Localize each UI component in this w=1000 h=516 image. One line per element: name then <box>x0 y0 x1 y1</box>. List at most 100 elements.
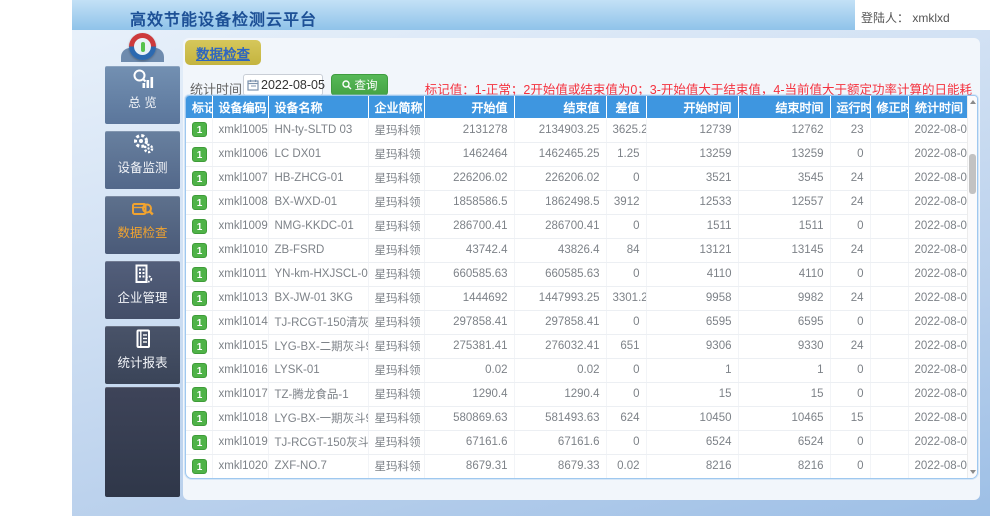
table-cell: 1511 <box>646 214 739 239</box>
table-cell: xmkl1019 <box>212 430 269 455</box>
table-cell: 2022-08-05 <box>908 358 969 383</box>
column-header: 运行时长 <box>830 96 871 118</box>
table-cell: HN-ty-SLTD 03 <box>268 118 369 143</box>
top-header: 高效节能设备检测云平台 <box>72 0 855 30</box>
table-container: 标记设备编码设备名称企业简称开始值结束值差值开始时间结束时间运行时长修正时间统计… <box>185 95 978 479</box>
table-cell: 星玛科领 <box>368 214 425 239</box>
table-cell: 星玛科领 <box>368 238 425 263</box>
table-cell: 0 <box>606 310 647 335</box>
table-cell: 1 <box>646 358 739 383</box>
table-row: 1 xmkl1005 HN-ty-SLTD 03 星玛科领 2131278 2134903… <box>186 118 969 143</box>
table-cell: 1858586.5 <box>424 190 515 215</box>
table-cell: 12557 <box>738 190 831 215</box>
table-cell: xmkl1008 <box>212 190 269 215</box>
table-cell: 1 <box>186 238 213 263</box>
calendar-icon[interactable] <box>247 79 259 91</box>
table-cell: NMG-KKDC-01 <box>268 214 369 239</box>
table-cell: 1 <box>186 334 213 359</box>
table-cell: 0.02 <box>514 358 607 383</box>
table-cell: 星玛科领 <box>368 334 425 359</box>
table-row: 1 xmkl1006 LC DX01 星玛科领 1462464 1462465.25 1.2… <box>186 142 969 167</box>
table-cell: 2022-08-05 <box>908 190 969 215</box>
scroll-down-arrow-icon[interactable] <box>970 470 976 474</box>
column-header: 设备名称 <box>268 96 369 118</box>
table-cell: 1.25 <box>606 142 647 167</box>
sidebar-filler-block <box>105 387 180 497</box>
column-header: 企业简称 <box>368 96 425 118</box>
table-cell: 15 <box>738 382 831 407</box>
table-cell: 651 <box>606 334 647 359</box>
table-cell: 581493.63 <box>514 406 607 431</box>
table-cell: TJ-RCGT-150灰斗2 <box>268 430 369 455</box>
table-row: 1 xmkl1019 TJ-RCGT-150灰斗2 星玛科领 67161.6 67161.… <box>186 430 969 455</box>
date-input[interactable]: 2022-08-05 <box>243 74 325 96</box>
table-scrollbar[interactable] <box>967 96 977 478</box>
sidebar-item-device-monitor[interactable]: 设备监测 <box>105 131 180 189</box>
table-cell: 286700.41 <box>514 214 607 239</box>
login-label: 登陆人： <box>861 11 910 25</box>
table-cell: 星玛科领 <box>368 286 425 311</box>
table-cell: 0 <box>606 358 647 383</box>
scroll-up-arrow-icon[interactable] <box>970 100 976 104</box>
table-row: 1 xmkl1008 BX-WXD-01 星玛科领 1858586.5 1862498.5… <box>186 190 969 215</box>
table-cell: 0.02 <box>606 454 647 478</box>
table-cell: xmkl1006 <box>212 142 269 167</box>
data-check-tab-button[interactable]: 数据检查 <box>185 40 261 65</box>
column-header: 开始时间 <box>646 96 739 118</box>
mark-badge: 1 <box>192 146 207 162</box>
table-cell: 624 <box>606 406 647 431</box>
table-cell: 3545 <box>738 166 831 191</box>
table-cell: BX-JW-01 3KG <box>268 286 369 311</box>
mark-badge: 1 <box>192 434 207 450</box>
sidebar-item-label: 设备监测 <box>117 161 168 175</box>
table-cell: 0 <box>830 262 871 287</box>
sidebar-item-data-check[interactable]: 数据检查 <box>105 196 180 254</box>
table-cell: 6524 <box>738 430 831 455</box>
table-cell: 2134903.25 <box>514 118 607 143</box>
table-cell <box>870 190 909 215</box>
table-cell: 9306 <box>646 334 739 359</box>
table-cell: 24 <box>830 286 871 311</box>
table-cell: 1 <box>186 286 213 311</box>
table-cell: xmkl1013 <box>212 286 269 311</box>
sidebar-item-label: 统计报表 <box>117 356 168 370</box>
platform-logo-icon <box>129 33 156 60</box>
table-cell <box>870 430 909 455</box>
table-cell: LYG-BX-一期灰斗90KW <box>268 406 369 431</box>
table-cell: 297858.41 <box>514 310 607 335</box>
table-cell: 12533 <box>646 190 739 215</box>
sidebar-item-report[interactable]: 统计报表 <box>105 326 180 384</box>
table-cell <box>870 406 909 431</box>
table-cell: 9330 <box>738 334 831 359</box>
table-cell: 1 <box>186 262 213 287</box>
table-cell: 580869.63 <box>424 406 515 431</box>
sidebar-item-enterprise[interactable]: 企业管理 <box>105 261 180 319</box>
query-button[interactable]: 查询 <box>331 74 388 96</box>
app-window: 高效节能设备检测云平台 登陆人： xmklxd 总 览 设备监测 数据检查 企业… <box>72 0 990 516</box>
table-cell: 1444692 <box>424 286 515 311</box>
sidebar-item-label: 总 览 <box>128 96 157 110</box>
table-cell: 660585.63 <box>424 262 515 287</box>
table-cell: 3521 <box>646 166 739 191</box>
table-cell: 297858.41 <box>424 310 515 335</box>
column-header: 设备编码 <box>212 96 269 118</box>
sidebar-item-overview[interactable]: 总 览 <box>105 66 180 124</box>
table-cell: 1462464 <box>424 142 515 167</box>
table-cell: 1862498.5 <box>514 190 607 215</box>
column-header: 差值 <box>606 96 647 118</box>
mark-badge: 1 <box>192 242 207 258</box>
scrollbar-thumb[interactable] <box>969 154 976 194</box>
table-cell: LC DX01 <box>268 142 369 167</box>
table-row: 1 xmkl1007 HB-ZHCG-01 星玛科领 226206.02 226206.0… <box>186 166 969 191</box>
table-cell: 1462465.25 <box>514 142 607 167</box>
table-cell: 226206.02 <box>424 166 515 191</box>
mark-badge: 1 <box>192 458 207 474</box>
table-cell: xmkl1009 <box>212 214 269 239</box>
table-cell: 星玛科领 <box>368 262 425 287</box>
table-cell: 226206.02 <box>514 166 607 191</box>
table-cell <box>870 118 909 143</box>
table-cell: LYG-BX-二期灰斗90KW <box>268 334 369 359</box>
table-cell: 660585.63 <box>514 262 607 287</box>
column-header: 结束值 <box>514 96 607 118</box>
table-cell: 24 <box>830 238 871 263</box>
